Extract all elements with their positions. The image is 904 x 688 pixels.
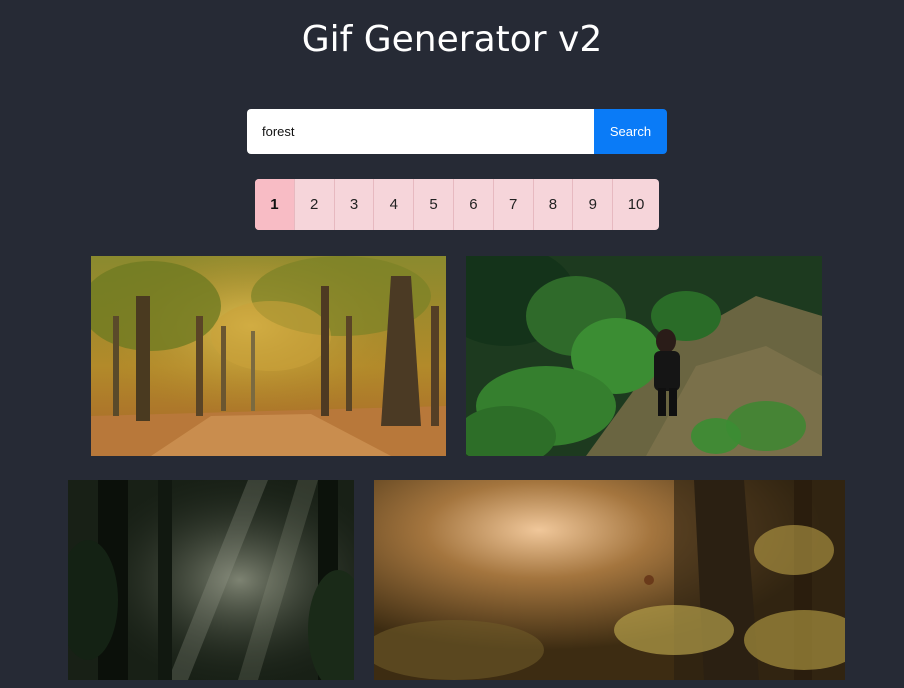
autumn-forest-path-gif[interactable]: [91, 256, 446, 456]
misty-dark-forest-gif[interactable]: [68, 480, 354, 680]
page-title: Gif Generator v2: [301, 19, 603, 60]
pagination: 1 2 3 4 5 6 7 8 9 10: [255, 179, 659, 230]
page-button-3[interactable]: 3: [335, 179, 375, 230]
page-button-8[interactable]: 8: [534, 179, 574, 230]
page-button-9[interactable]: 9: [573, 179, 614, 230]
search-button[interactable]: Search: [594, 109, 667, 154]
woman-in-forest-clearing-gif[interactable]: [466, 256, 822, 456]
page-button-5[interactable]: 5: [414, 179, 454, 230]
page-button-10[interactable]: 10: [613, 179, 659, 230]
page-button-1[interactable]: 1: [255, 179, 295, 230]
page-button-6[interactable]: 6: [454, 179, 494, 230]
app-root: Gif Generator v2 Search 1 2 3 4 5 6 7 8 …: [0, 0, 904, 688]
search-input[interactable]: [247, 109, 594, 154]
page-button-4[interactable]: 4: [374, 179, 415, 230]
page-button-2[interactable]: 2: [295, 179, 335, 230]
golden-light-forest-gif[interactable]: [374, 480, 845, 680]
page-button-7[interactable]: 7: [494, 179, 534, 230]
